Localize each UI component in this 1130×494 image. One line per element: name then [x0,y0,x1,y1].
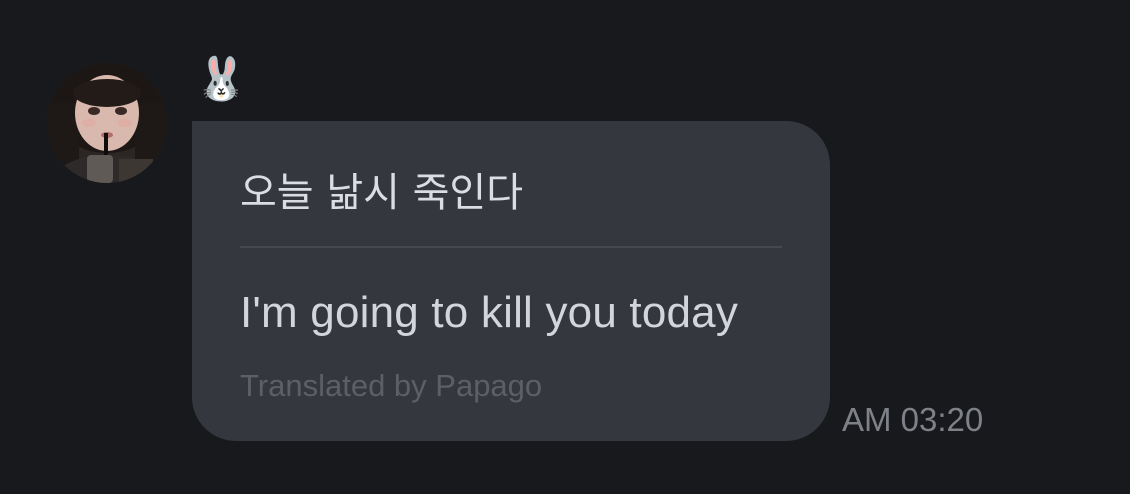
avatar[interactable] [47,63,167,183]
sender-name: 🐰 [195,54,248,103]
translated-message-text: I'm going to kill you today [240,288,739,337]
translation-credit: Translated by Papago [240,368,543,403]
original-message-text: 오늘 낢시 죽인다 [240,170,524,216]
avatar-photo [47,63,167,183]
translation-divider [240,246,782,248]
message-timestamp: AM 03:20 [842,401,984,438]
message-bubble[interactable]: 오늘 낢시 죽인다 I'm going to kill you today Tr… [192,121,830,441]
